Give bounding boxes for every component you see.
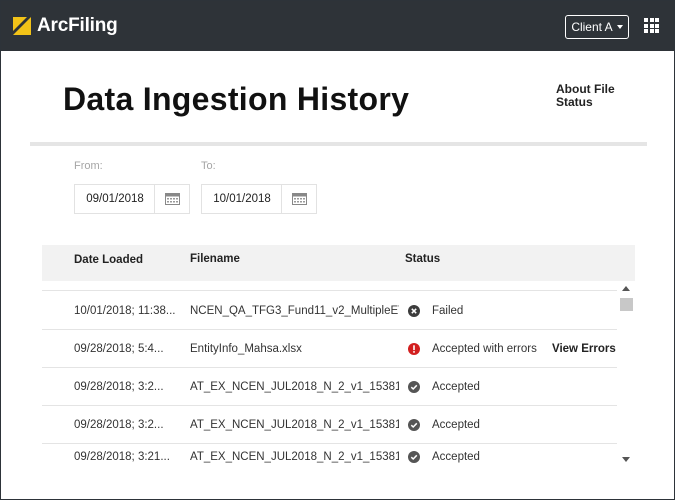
date-loaded-cell: 09/28/2018; 5:4... <box>74 343 164 355</box>
filename-cell: NCEN_QA_TFG3_Fund11_v2_MultipleETF <box>190 305 399 317</box>
date-loaded-cell: 09/28/2018; 3:2... <box>74 419 164 431</box>
status-cell: Failed <box>432 305 464 317</box>
table-scrollbar[interactable] <box>618 281 635 469</box>
filename-cell: AT_EX_NCEN_JUL2018_N_2_v1_15381628 <box>190 381 399 393</box>
client-selector-button[interactable]: Client A <box>565 15 629 39</box>
from-date-label: From: <box>74 160 103 172</box>
check-icon <box>408 368 422 406</box>
status-cell: Accepted <box>432 381 480 393</box>
failed-icon <box>408 292 422 330</box>
check-icon <box>408 445 422 469</box>
status-cell: Accepted <box>432 419 480 431</box>
check-icon <box>408 406 422 444</box>
to-date-label: To: <box>201 160 216 172</box>
table-row[interactable]: 09/28/2018; 3:2... AT_EX_NCEN_JUL2018_N_… <box>42 406 617 444</box>
table-row[interactable]: 09/28/2018; 3:21... AT_EX_NCEN_JUL2018_N… <box>42 445 617 469</box>
column-header-filename[interactable]: Filename <box>190 253 240 265</box>
date-loaded-cell: 09/28/2018; 3:2... <box>74 381 164 393</box>
client-selector-label: Client A <box>571 20 613 34</box>
table-row[interactable]: 10/01/2018; 11:38... NCEN_QA_TFG3_Fund11… <box>42 292 617 330</box>
date-loaded-cell: 10/01/2018; 11:38... <box>74 305 176 317</box>
about-file-status-link[interactable]: About File Status <box>556 83 626 109</box>
error-icon <box>408 330 422 368</box>
date-loaded-cell: 09/28/2018; 3:21... <box>74 451 170 463</box>
logo-mark-icon <box>13 17 31 35</box>
header-divider <box>30 142 647 146</box>
apps-grid-icon[interactable] <box>644 18 659 33</box>
page-title: Data Ingestion History <box>63 81 410 117</box>
from-date-field[interactable]: 09/01/2018 <box>74 184 190 214</box>
table-row[interactable]: 09/28/2018; 3:2... AT_EX_NCEN_JUL2018_N_… <box>42 368 617 406</box>
to-date-field[interactable]: 10/01/2018 <box>201 184 317 214</box>
column-header-date-loaded[interactable]: Date Loaded <box>74 254 143 266</box>
from-date-input[interactable]: 09/01/2018 <box>75 185 155 213</box>
filename-cell: EntityInfo_Mahsa.xlsx <box>190 343 302 355</box>
top-nav-bar: ArcFiling Client A <box>1 1 674 51</box>
app-name: ArcFiling <box>37 15 118 36</box>
app-window: ArcFiling Client A Data Ingestion Histor… <box>0 0 675 500</box>
table-row[interactable]: 09/28/2018; 5:4... EntityInfo_Mahsa.xlsx… <box>42 330 617 368</box>
status-cell: Accepted with errors <box>432 343 537 355</box>
scroll-down-arrow-icon[interactable] <box>622 457 630 462</box>
arcfiling-logo[interactable]: ArcFiling <box>13 15 118 37</box>
calendar-icon[interactable] <box>281 185 316 213</box>
column-header-status[interactable]: Status <box>405 253 440 265</box>
filename-cell: AT_EX_NCEN_JUL2018_N_2_v1_15381624 <box>190 451 399 463</box>
scroll-up-arrow-icon[interactable] <box>622 286 630 291</box>
status-cell: Accepted <box>432 451 480 463</box>
scrollbar-thumb[interactable] <box>620 298 633 311</box>
table-header: Date Loaded Filename Status <box>42 245 635 281</box>
to-date-input[interactable]: 10/01/2018 <box>202 185 282 213</box>
calendar-icon[interactable] <box>154 185 189 213</box>
ingestion-table-body: 10/01/2018; 11:38... NCEN_QA_TFG3_Fund11… <box>42 281 617 469</box>
table-row[interactable] <box>42 281 617 291</box>
chevron-down-icon <box>616 25 623 29</box>
view-errors-link[interactable]: View Errors <box>552 330 616 368</box>
filename-cell: AT_EX_NCEN_JUL2018_N_2_v1_15381627 <box>190 419 399 431</box>
